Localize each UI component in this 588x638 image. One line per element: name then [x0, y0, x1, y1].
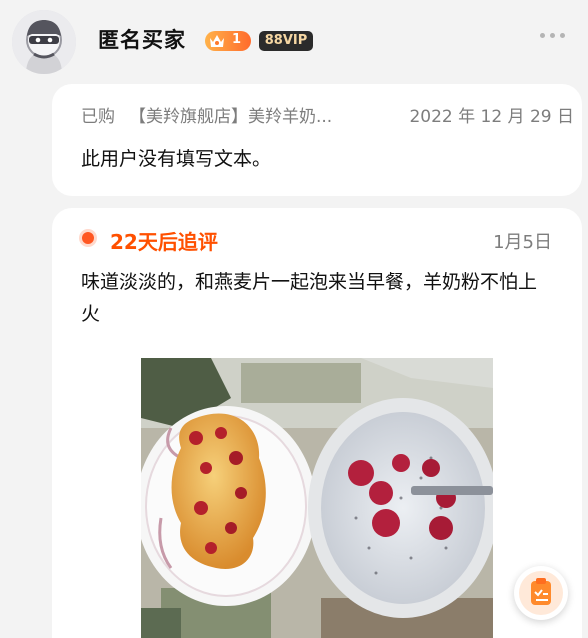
breakfast-photo — [141, 358, 493, 638]
level-number: 1 — [232, 32, 242, 47]
reviewer-header: 匿名买家 1 88VIP — [0, 0, 588, 82]
level-badge: 1 — [205, 31, 251, 51]
review-date: 2022 年 12 月 29 日 — [409, 107, 574, 127]
note-icon — [519, 571, 563, 615]
review-text: 此用户没有填写文本。 — [81, 148, 272, 170]
purchase-info: 已购 【美羚旗舰店】美羚羊奶... 2022 年 12 月 29 日 — [81, 100, 576, 127]
bought-label: 已购 — [81, 107, 115, 127]
followup-dot-icon — [82, 232, 94, 244]
anonymous-avatar-icon — [12, 10, 76, 74]
product-name[interactable]: 【美羚旗舰店】美羚羊奶... — [129, 102, 332, 127]
followup-label: 22天后追评 — [110, 230, 218, 254]
followup-text: 味道淡淡的，和燕麦片一起泡来当早餐，羊奶粉不怕上火 — [81, 271, 538, 325]
followup-card: 22天后追评 1月5日 味道淡淡的，和燕麦片一起泡来当早餐，羊奶粉不怕上火 — [52, 208, 582, 638]
more-dots-icon[interactable] — [540, 30, 566, 40]
vip-badge: 88VIP — [259, 31, 313, 51]
followup-date: 1月5日 — [493, 232, 552, 253]
float-button[interactable] — [514, 566, 568, 620]
review-card: 已购 【美羚旗舰店】美羚羊奶... 2022 年 12 月 29 日 此用户没有… — [52, 84, 582, 196]
avatar[interactable] — [12, 10, 76, 74]
review-photo[interactable] — [141, 358, 493, 638]
username: 匿名买家 — [98, 28, 186, 52]
crown-icon — [210, 35, 224, 47]
